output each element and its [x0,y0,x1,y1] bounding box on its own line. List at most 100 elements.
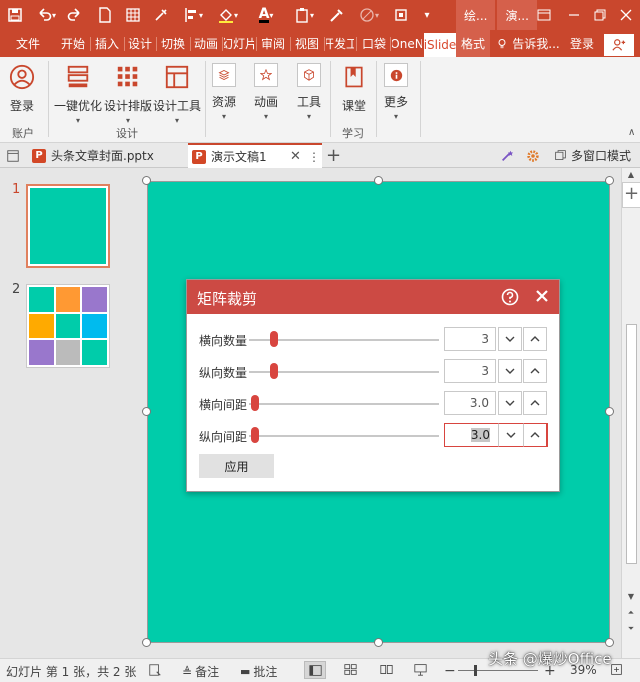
zoom-in-side-icon[interactable]: + [622,182,640,208]
font-color-icon[interactable]: A ▾ [252,4,280,26]
selection-handle[interactable] [605,407,614,416]
minimize-icon[interactable] [564,4,584,26]
slider-thumb[interactable] [269,331,278,347]
animation-button[interactable]: 动画 ▾ [254,63,278,121]
selection-handle[interactable] [142,176,151,185]
design-tools-button[interactable]: 设计工具 ▾ [153,63,201,125]
tab-design[interactable]: 设计 [126,30,154,57]
selection-handle[interactable] [374,176,383,185]
scroll-up-icon[interactable]: ▲ [624,170,638,182]
save-icon[interactable] [6,4,24,26]
collapse-ribbon-icon[interactable]: ∧ [628,127,635,138]
tab-onenote[interactable]: OneN [392,30,422,57]
classroom-button[interactable]: 课堂 [340,63,368,114]
zoom-slider-track[interactable] [458,670,538,671]
design-layout-button[interactable]: 设计排版 ▾ [104,63,152,125]
format-painter-icon[interactable] [328,4,346,26]
customize-qa-icon[interactable]: ▾ [420,4,434,26]
close-tab-icon[interactable]: ✕ [290,149,301,164]
tab-animations[interactable]: 动画 [192,30,220,57]
help-icon[interactable] [501,288,519,310]
tab-pocket[interactable]: 口袋 [360,30,388,57]
slider-track[interactable] [249,435,439,437]
vertical-scrollbar[interactable]: ▲ + ▼ ⏶ ⏷ [621,168,640,658]
resources-button[interactable]: 资源 ▾ [212,63,236,121]
tab-home[interactable]: 开始 [58,30,88,57]
tab-islide[interactable]: iSlide [424,33,456,57]
eyedropper-icon[interactable] [152,4,170,26]
more-button[interactable]: 更多 ▾ [384,63,408,121]
close-dialog-icon[interactable] [535,289,549,307]
login-link[interactable]: 登录 [566,30,598,57]
scroll-thumb[interactable] [626,324,637,564]
increment-button[interactable] [523,423,547,447]
tab-menu-icon[interactable]: ⋮ [308,150,320,164]
selection-handle[interactable] [605,638,614,647]
tab-transitions[interactable]: 切换 [158,30,188,57]
slide-thumbnail-1[interactable] [26,184,110,268]
doc-tab-file2[interactable]: P 演示文稿1 ✕ ⋮ [188,143,322,168]
horizontal-spacing-input[interactable]: 3.0 [444,391,496,415]
new-file-icon[interactable] [96,4,114,26]
vertical-spacing-input[interactable]: 3.0 [444,423,496,447]
decrement-button[interactable] [498,423,522,447]
next-slide-icon[interactable]: ⏷ [624,624,638,636]
apply-button[interactable]: 应用 [199,454,274,478]
share-icon[interactable] [604,34,634,56]
decrement-button[interactable] [498,327,522,351]
increment-button[interactable] [523,391,547,415]
increment-button[interactable] [523,359,547,383]
ribbon-display-icon[interactable] [534,4,554,26]
login-button[interactable]: 登录 [8,63,36,114]
doc-tab-file1[interactable]: P 头条文章封面.pptx [32,143,182,168]
one-click-optimize-button[interactable]: 一键优化 ▾ [54,63,102,125]
notes-button[interactable]: ≜ 备注 [182,663,219,680]
decrement-button[interactable] [498,391,522,415]
tab-view[interactable]: 视图 [292,30,322,57]
comments-button[interactable]: ▬ 批注 [240,663,277,680]
normal-view-icon[interactable] [304,661,326,679]
new-tab-icon[interactable]: + [326,143,341,168]
selection-handle[interactable] [142,638,151,647]
redo-icon[interactable] [66,4,84,26]
tab-list-icon[interactable] [6,143,20,168]
selection-handle[interactable] [142,407,151,416]
zoom-slider-thumb[interactable] [473,665,477,676]
selection-handle[interactable] [374,638,383,647]
slideshow-icon[interactable] [414,663,427,676]
scroll-down-icon[interactable]: ▼ [624,592,638,604]
tab-format[interactable]: 格式 [456,30,490,57]
tools-button[interactable]: 工具 ▾ [297,63,321,121]
undo-icon[interactable]: ▾ [32,4,60,26]
tab-review[interactable]: 审阅 [258,30,288,57]
slide-sorter-icon[interactable] [344,663,357,676]
multi-window-button[interactable]: 多窗口模式 [554,143,631,168]
slider-thumb[interactable] [250,395,259,411]
fill-color-icon[interactable]: ▾ [214,4,242,26]
tab-insert[interactable]: 插入 [92,30,122,57]
slider-track[interactable] [249,403,439,405]
increment-button[interactable] [523,327,547,351]
paste-icon[interactable]: ▾ [290,4,318,26]
slider-thumb[interactable] [250,427,259,443]
slider-thumb[interactable] [269,363,278,379]
magic-wand-icon[interactable] [500,143,514,168]
crop-icon[interactable] [392,4,410,26]
decrement-button[interactable] [498,359,522,383]
prev-slide-icon[interactable]: ⏶ [624,608,638,620]
restore-icon[interactable] [590,4,610,26]
tab-developer[interactable]: 开发工 [326,30,354,57]
tab-file[interactable]: 文件 [8,30,48,57]
align-icon[interactable]: ▾ [180,4,206,26]
vertical-count-input[interactable]: 3 [444,359,496,383]
tab-slideshow[interactable]: 幻灯片 [224,30,254,57]
reading-view-icon[interactable] [380,663,393,676]
horizontal-count-input[interactable]: 3 [444,327,496,351]
tell-me-search[interactable]: 告诉我... [496,30,560,57]
grid-icon[interactable] [124,4,142,26]
selection-handle[interactable] [605,176,614,185]
close-window-icon[interactable] [616,4,636,26]
slide-thumbnail-2[interactable] [26,284,110,368]
accessibility-icon[interactable] [148,663,162,677]
zoom-out-icon[interactable]: − [444,663,456,679]
